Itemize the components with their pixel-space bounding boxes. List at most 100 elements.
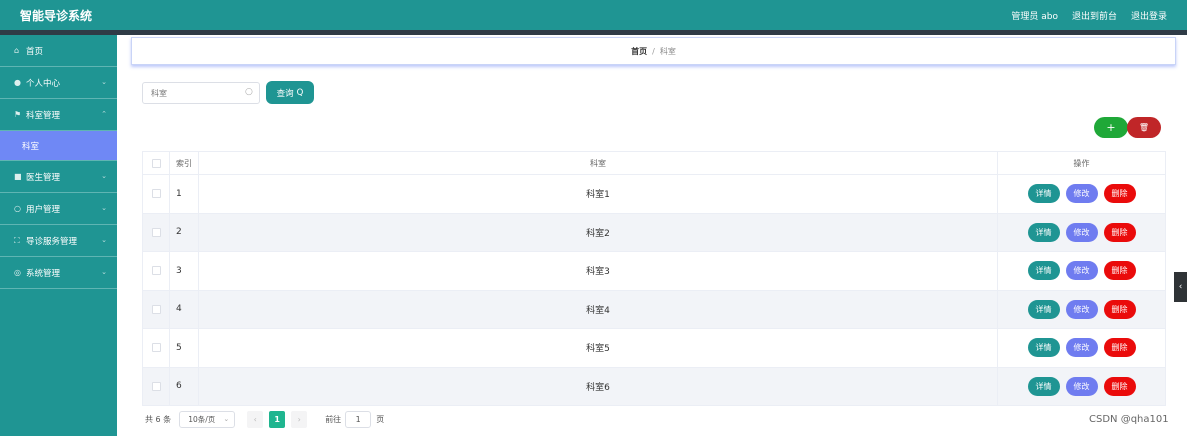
admin-label: 管理员 abo bbox=[1011, 12, 1058, 22]
table-row: 6 科室6 详情 修改 删除 bbox=[142, 367, 1166, 406]
detail-button[interactable]: 详情 bbox=[1027, 376, 1060, 396]
doctor-icon: ■ bbox=[14, 172, 22, 181]
chevron-down-icon: ⌄ bbox=[101, 78, 107, 86]
edit-button[interactable]: 修改 bbox=[1065, 376, 1098, 396]
row-checkbox[interactable] bbox=[151, 381, 161, 391]
flag-icon: ⚑ bbox=[14, 110, 22, 119]
chevron-down-icon: ⌄ bbox=[223, 415, 230, 423]
delete-button[interactable]: 删除 bbox=[1103, 184, 1136, 204]
sidebar-item-system-management[interactable]: ◎ 系统管理 ⌄ bbox=[0, 257, 117, 289]
delete-button[interactable]: 删除 bbox=[1103, 338, 1136, 358]
sidebar-item-label: 科室管理 bbox=[26, 110, 61, 121]
delete-button[interactable]: 删除 bbox=[1103, 376, 1136, 396]
sidebar-item-user-management[interactable]: ○ 用户管理 ⌄ bbox=[0, 193, 117, 225]
app-title: 智能导诊系统 bbox=[20, 9, 93, 23]
row-ops: 详情 修改 删除 bbox=[998, 367, 1166, 405]
collapse-tab[interactable]: ‹ bbox=[1174, 272, 1187, 302]
sidebar-item-label: 用户管理 bbox=[26, 204, 61, 215]
delete-button[interactable]: 删除 bbox=[1103, 222, 1136, 242]
table-row: 1 科室1 详情 修改 删除 bbox=[142, 175, 1166, 214]
detail-button[interactable]: 详情 bbox=[1027, 338, 1060, 358]
query-button-label: 查询 bbox=[276, 88, 294, 99]
watermark: CSDN @qha101 bbox=[1089, 414, 1169, 425]
pagination: 共 6 条 10条/页 ⌄ ‹ 1 › 前往 1 页 bbox=[145, 411, 384, 428]
sidebar-item-label: 导诊服务管理 bbox=[26, 236, 78, 247]
search-input[interactable] bbox=[142, 82, 260, 104]
prev-page-button[interactable]: ‹ bbox=[247, 411, 264, 428]
delete-button[interactable]: 删除 bbox=[1103, 261, 1136, 281]
row-index: 3 bbox=[170, 252, 199, 290]
sidebar-item-personal-center[interactable]: ● 个人中心 ⌄ bbox=[0, 67, 117, 99]
row-check-cell bbox=[142, 252, 170, 290]
settings-icon: ◎ bbox=[14, 268, 21, 277]
edit-button[interactable]: 修改 bbox=[1065, 184, 1098, 204]
row-index: 4 bbox=[170, 290, 199, 328]
edit-button[interactable]: 修改 bbox=[1065, 261, 1098, 281]
detail-button[interactable]: 详情 bbox=[1027, 261, 1060, 281]
next-page-button[interactable]: › bbox=[291, 411, 308, 428]
chevron-down-icon: ⌄ bbox=[101, 236, 107, 244]
sidebar-item-department[interactable]: 科室 bbox=[0, 131, 117, 161]
top-bar: 智能导诊系统 管理员 abo 退出到前台 退出登录 bbox=[0, 0, 1187, 30]
sidebar-item-label: 个人中心 bbox=[26, 78, 61, 89]
chevron-down-icon: ⌄ bbox=[101, 268, 107, 276]
detail-button[interactable]: 详情 bbox=[1027, 222, 1060, 242]
header-ops: 操作 bbox=[998, 152, 1166, 174]
trash-icon: 🗑 bbox=[1138, 123, 1150, 132]
row-checkbox[interactable] bbox=[151, 189, 161, 199]
row-checkbox[interactable] bbox=[151, 343, 161, 353]
page-size-value: 10条/页 bbox=[188, 415, 216, 424]
edit-button[interactable]: 修改 bbox=[1065, 222, 1098, 242]
batch-delete-button[interactable]: 🗑 bbox=[1127, 117, 1161, 138]
edit-button[interactable]: 修改 bbox=[1065, 299, 1098, 319]
sidebar: ⌂ 首页 ● 个人中心 ⌄ ⚑ 科室管理 ⌃ 科室 ■ 医生管理 ⌄ ○ 用户管… bbox=[0, 35, 117, 436]
select-all-checkbox[interactable] bbox=[151, 158, 161, 168]
plus-icon: + bbox=[1106, 121, 1116, 134]
row-ops: 详情 修改 删除 bbox=[998, 252, 1166, 290]
page-size-select[interactable]: 10条/页 ⌄ bbox=[179, 411, 236, 428]
breadcrumb-current: 科室 bbox=[659, 46, 676, 56]
table-header: 索引 科室 操作 bbox=[142, 151, 1166, 175]
add-button[interactable]: + bbox=[1094, 117, 1128, 138]
row-index: 6 bbox=[170, 367, 199, 405]
goto-page-input[interactable]: 1 bbox=[345, 411, 372, 428]
row-ops: 详情 修改 删除 bbox=[998, 213, 1166, 251]
chevron-right-icon: › bbox=[297, 415, 301, 424]
department-table: 索引 科室 操作 1 科室1 详情 修改 删除 2 科室2 详情 修改 删除 3… bbox=[142, 151, 1166, 406]
row-checkbox[interactable] bbox=[151, 304, 161, 314]
detail-button[interactable]: 详情 bbox=[1027, 184, 1060, 204]
table-row: 4 科室4 详情 修改 删除 bbox=[142, 290, 1166, 329]
goto-label: 前往 bbox=[325, 415, 342, 424]
table-row: 2 科室2 详情 修改 删除 bbox=[142, 213, 1166, 252]
sidebar-item-label: 系统管理 bbox=[26, 268, 61, 279]
row-index: 1 bbox=[170, 175, 199, 213]
delete-button[interactable]: 删除 bbox=[1103, 299, 1136, 319]
main-content: 首页 / 科室 ○ 查询 Q + 🗑 索引 科室 操作 1 科室1 详情 修改 … bbox=[117, 35, 1187, 436]
row-name: 科室5 bbox=[199, 329, 998, 367]
chevron-down-icon: ⌄ bbox=[101, 172, 107, 180]
table-row: 5 科室5 详情 修改 删除 bbox=[142, 329, 1166, 368]
query-button[interactable]: 查询 Q bbox=[266, 81, 314, 104]
page-number-current[interactable]: 1 bbox=[269, 411, 286, 428]
logout-link[interactable]: 退出登录 bbox=[1131, 9, 1167, 22]
sidebar-item-doctor-management[interactable]: ■ 医生管理 ⌄ bbox=[0, 161, 117, 193]
row-check-cell bbox=[142, 213, 170, 251]
row-name: 科室6 bbox=[199, 367, 998, 405]
row-checkbox[interactable] bbox=[151, 227, 161, 237]
sidebar-item-department-management[interactable]: ⚑ 科室管理 ⌃ bbox=[0, 99, 117, 131]
sidebar-item-label: 科室 bbox=[22, 141, 40, 152]
edit-button[interactable]: 修改 bbox=[1065, 338, 1098, 358]
sidebar-item-home[interactable]: ⌂ 首页 bbox=[0, 35, 117, 67]
row-check-cell bbox=[142, 367, 170, 405]
row-checkbox[interactable] bbox=[151, 266, 161, 276]
row-name: 科室3 bbox=[199, 252, 998, 290]
chevron-left-icon: ‹ bbox=[253, 415, 257, 424]
row-index: 2 bbox=[170, 213, 199, 251]
detail-button[interactable]: 详情 bbox=[1027, 299, 1060, 319]
row-name: 科室4 bbox=[199, 290, 998, 328]
sidebar-item-guide-service-management[interactable]: ⛶ 导诊服务管理 ⌄ bbox=[0, 225, 117, 257]
back-to-front-link[interactable]: 退出到前台 bbox=[1072, 9, 1117, 22]
breadcrumb-home[interactable]: 首页 bbox=[631, 46, 647, 57]
row-name: 科室2 bbox=[199, 213, 998, 251]
home-icon: ⌂ bbox=[14, 46, 20, 55]
